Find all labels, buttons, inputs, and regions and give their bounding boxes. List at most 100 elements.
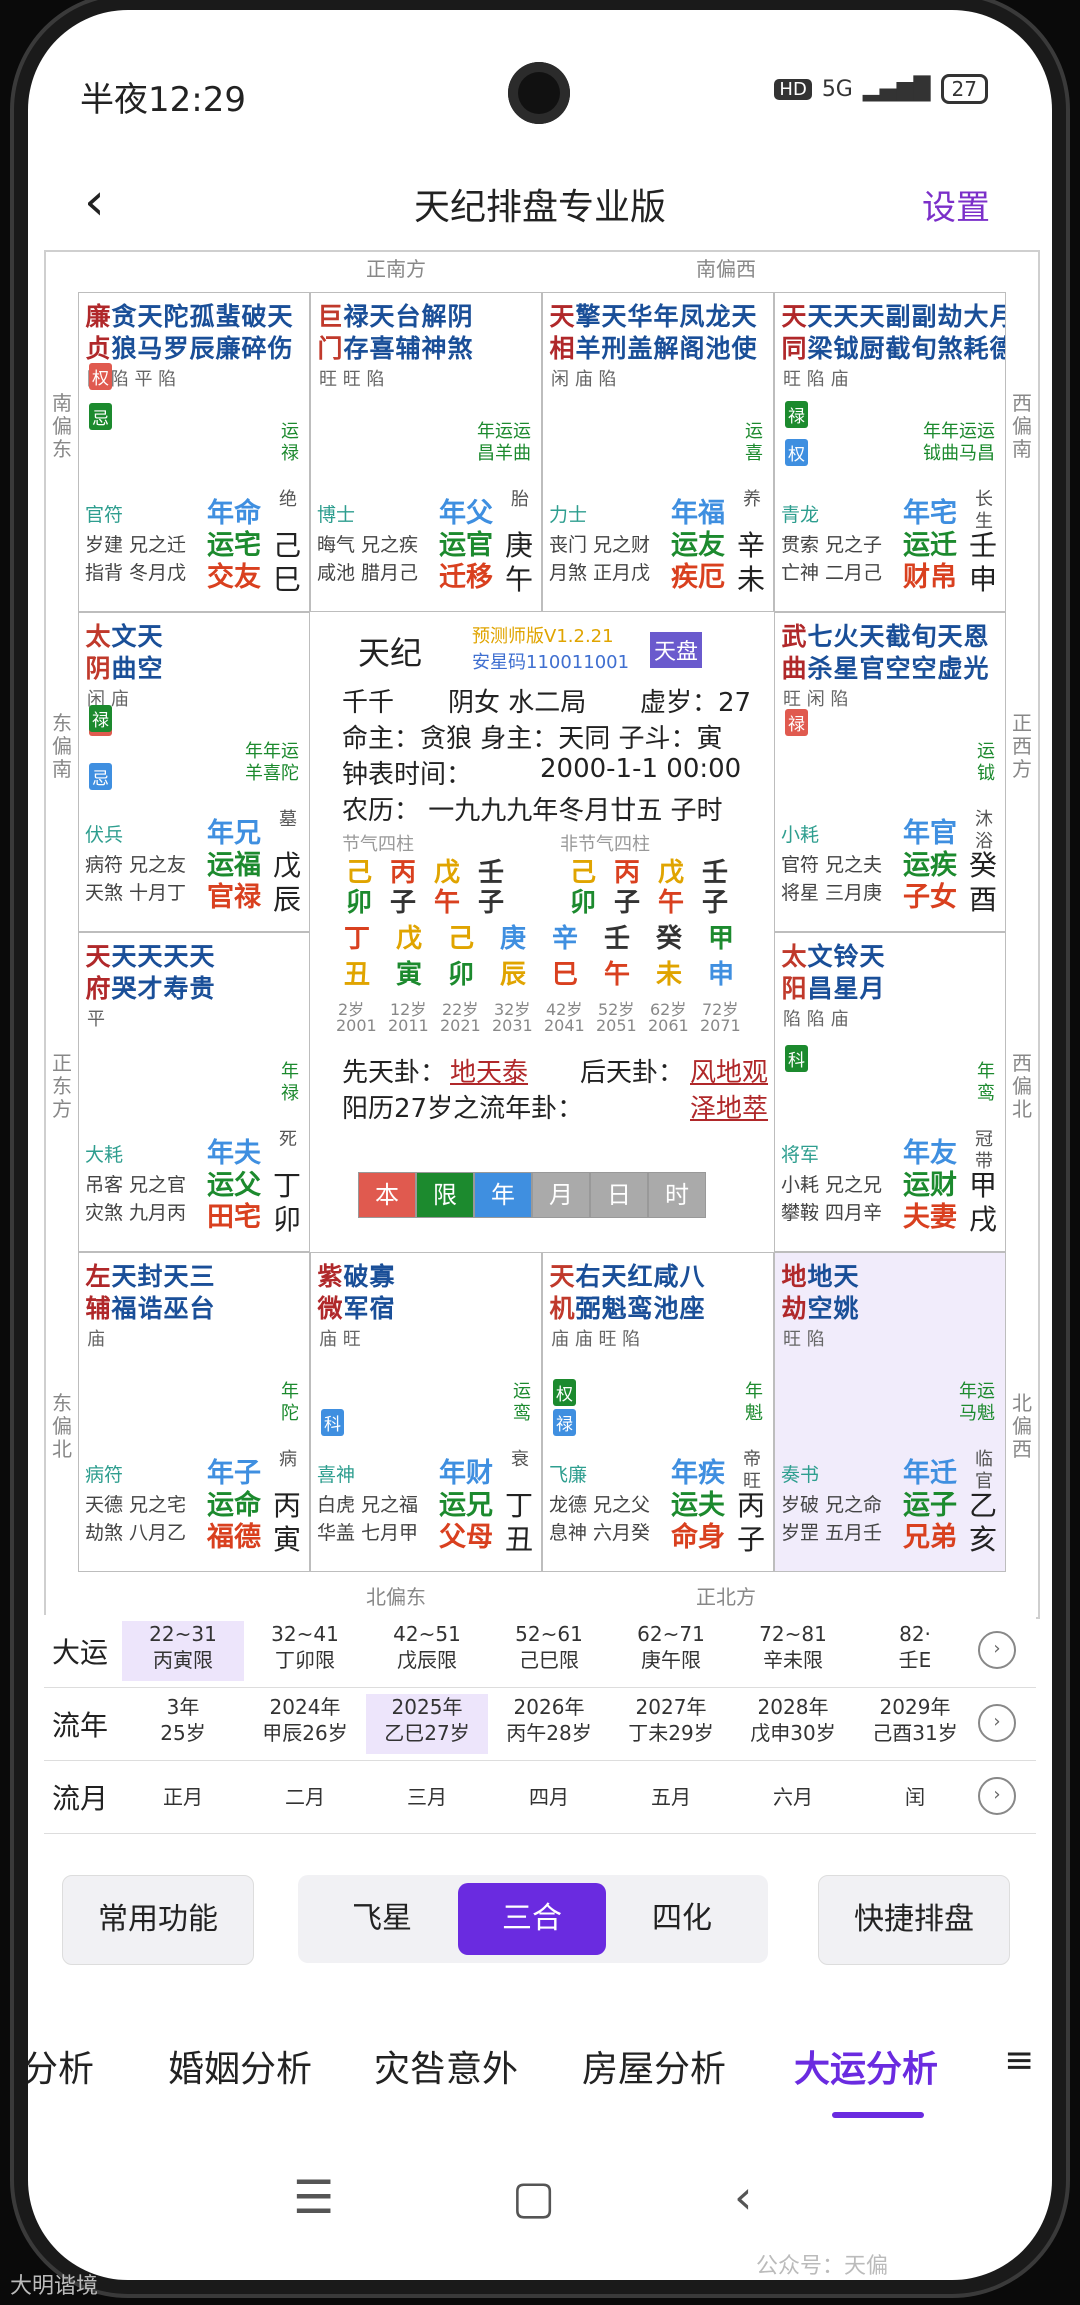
palace-name: 财帛: [903, 562, 957, 593]
timeline-cell-text: 2027年: [635, 1695, 707, 1719]
timeline-rows: 大运 › 22~31 丙寅限 32~41 丁卯限 42~51 戊辰限 52~61 己巳限 62~…: [44, 1615, 1036, 1834]
tab-dayun-analysis[interactable]: 大运分析: [794, 2040, 938, 2092]
fly-star-button[interactable]: 飞星: [308, 1883, 456, 1955]
liuyue-next-icon[interactable]: ›: [978, 1777, 1016, 1815]
palace-cell[interactable]: 天相擎羊天刑华盖年解凤阁龙池天使闲 庙 陷运 喜力士 丧门 兄之财 月煞 正月戊年…: [542, 292, 774, 612]
star-char: 蜚: [215, 302, 241, 331]
star-char: 宿: [369, 1294, 395, 1323]
timeline-cell[interactable]: 22~31 丙寅限: [122, 1621, 244, 1681]
timeline-cell-text: 丙寅限: [153, 1648, 213, 1672]
timeline-cell[interactable]: 62~71 庚午限: [610, 1621, 732, 1681]
timeline-cell[interactable]: 四月: [488, 1767, 610, 1827]
star-char: 天: [937, 622, 963, 651]
palace-cell[interactable]: 紫微破军寡宿庙 旺运 鸾喜神 白虎 兄之福 华盖 七月甲 年财 运兄 父母丁 丑 衰 科: [310, 1252, 542, 1572]
hd-icon: HD: [774, 78, 812, 100]
chart-layer-tab[interactable]: 限: [416, 1172, 474, 1218]
palace-life-stage: 冠 带: [975, 1129, 993, 1172]
palace-cell[interactable]: 天同天梁天钺天厨副截副旬劫煞大耗月德旺 陷 庙年年运运 钺曲马昌青龙贯索 兄之子…: [774, 292, 1006, 612]
palace-year-name: 年命: [207, 498, 261, 529]
quick-chart-button[interactable]: 快捷排盘: [818, 1875, 1010, 1965]
palace-year-name: 年财: [439, 1458, 493, 1489]
dayun-stem: 己: [447, 924, 474, 954]
timeline-cell[interactable]: 82· 壬E: [854, 1621, 976, 1681]
chart-layer-tab[interactable]: 月: [532, 1172, 590, 1218]
liunian-next-icon[interactable]: ›: [978, 1704, 1016, 1742]
common-functions-button[interactable]: 常用功能: [62, 1875, 254, 1965]
palace-cell[interactable]: 巨门禄存天喜台辅解神阴煞旺 旺 陷年运运 昌羊曲 博士 晦气 兄之疾 咸池 腊月己年…: [310, 292, 542, 612]
timeline-cell[interactable]: 3年 25岁: [122, 1694, 244, 1754]
palace-cell[interactable]: 地劫地空天姚旺 陷年运 马魁 奏书 岁破 兄之命 岁罡 五月壬 年迁 运子 兄弟乙 亥临 …: [774, 1252, 1006, 1572]
tabs-menu-icon[interactable]: ≡: [1004, 2040, 1034, 2081]
palace-cell[interactable]: 天机右弼天魁红鸾咸池八座庙 庙 旺 陷年 魁飞廉 龙德 兄之父 息神 六月癸 年疾运…: [542, 1252, 774, 1572]
star-name: 巨门: [317, 301, 343, 365]
timeline-cell[interactable]: 五月: [610, 1767, 732, 1827]
star-name: 龙池: [705, 301, 731, 365]
star-char: 天: [111, 942, 137, 971]
timeline-cell[interactable]: 闰: [854, 1767, 976, 1827]
star-name: 大耗: [963, 301, 989, 365]
timeline-cell[interactable]: 2024年 甲辰26岁: [244, 1694, 366, 1754]
timeline-cell[interactable]: 三月: [366, 1767, 488, 1827]
timeline-cell[interactable]: 32~41 丁卯限: [244, 1621, 366, 1681]
home-nav-icon[interactable]: ▢: [512, 2170, 555, 2224]
star-name: 截空: [885, 621, 911, 685]
palace-cell[interactable]: 天府天哭天才天寿天贵平年 禄大耗 吊客 兄之官 灾煞 九月丙 年夫 运父 田宅丁 卯死: [78, 932, 310, 1252]
timeline-cell[interactable]: 72~81 辛未限: [732, 1621, 854, 1681]
star-char: 罗: [163, 334, 189, 363]
star-char: 微: [317, 1294, 343, 1323]
palace-cell[interactable]: 太阴文曲天空闲 庙年年运 羊喜陀 伏兵 病符 兄之友 天煞 十月丁 年兄 运福 官禄戊 辰…: [78, 612, 310, 932]
palace-year-name: 年疾: [671, 1458, 725, 1489]
palace-god: 博士: [317, 504, 356, 526]
star-name: 天姚: [833, 1261, 859, 1325]
timeline-cell[interactable]: 正月: [122, 1767, 244, 1827]
sanhe-button[interactable]: 三合: [458, 1883, 606, 1955]
star-name: 天巫: [163, 1261, 189, 1325]
palace-name: 疾厄: [671, 562, 725, 593]
chart-layer-tab[interactable]: 本: [358, 1172, 416, 1218]
dayun-year: 2001: [336, 1016, 377, 1035]
pillar-stem: 戊: [657, 858, 684, 888]
chart-layer-tab[interactable]: 日: [590, 1172, 648, 1218]
timeline-cell[interactable]: 52~61 己巳限: [488, 1621, 610, 1681]
star-char: 台: [395, 302, 421, 331]
tab-house[interactable]: 房屋分析: [582, 2040, 726, 2092]
palace-cell[interactable]: 太阳文昌铃星天月陷 陷 庙年 鸾将军 小耗 兄之兄 攀鞍 四月辛 年友 运财 夫妻甲 戌…: [774, 932, 1006, 1252]
star-char: 天: [111, 1262, 137, 1291]
timeline-cell[interactable]: 2029年 己酉31岁: [854, 1694, 976, 1754]
settings-button[interactable]: 设置: [922, 180, 990, 229]
chart-layer-tab[interactable]: 时: [648, 1172, 706, 1218]
star-name: 天官: [859, 621, 885, 685]
palace-year-name: 年夫: [207, 1138, 261, 1169]
tab-marriage[interactable]: 婚姻分析: [168, 2040, 312, 2092]
star-char: 神: [421, 334, 447, 363]
palace-cell[interactable]: 武曲七杀火星天官截空旬空天虚恩光旺 闲 陷运 钺小耗 官符 兄之夫 将星 三月庚年…: [774, 612, 1006, 932]
tab-accident[interactable]: 灾咎意外: [374, 2040, 518, 2092]
timeline-cell[interactable]: 2027年 丁未29岁: [610, 1694, 732, 1754]
timeline-cell[interactable]: 2025年 乙巳27岁: [366, 1694, 488, 1754]
palace-name: 田宅: [207, 1202, 261, 1233]
timeline-cell[interactable]: 2026年 丙午28岁: [488, 1694, 610, 1754]
menu-nav-icon[interactable]: ☰: [293, 2170, 334, 2224]
star-name: 天机: [549, 1261, 575, 1325]
star-char: 左: [85, 1262, 111, 1291]
timeline-cell[interactable]: 2028年 戊申30岁: [732, 1694, 854, 1754]
sihua-button[interactable]: 四化: [608, 1883, 756, 1955]
star-name: 文昌: [807, 941, 833, 1005]
dayun-next-icon[interactable]: ›: [978, 1631, 1016, 1669]
phone-screen: 半夜12:29 HD 5G ▂▄▆█ 27 ‹ 天纪排盘专业版 设置 正南方 南…: [28, 10, 1052, 2280]
palace-cell[interactable]: 左辅天福封诰天巫三台庙年 陀病符 天德 兄之宅 劫煞 八月乙 年子 运命 福德丙 寅病: [78, 1252, 310, 1572]
palace-ganzhi: 丙 寅: [273, 1489, 302, 1556]
palace-cell[interactable]: 廉贞贪狼天马陀罗孤辰蜚廉破碎天伤陷 陷 平 陷运 禄官符 岁建 兄之迁 指背 冬月…: [78, 292, 310, 612]
timeline-cell-text: 己酉31岁: [872, 1721, 958, 1745]
star-name: 天虚: [937, 621, 963, 685]
star-char: 铃: [833, 942, 859, 971]
palace-life-stage: 帝 旺: [743, 1449, 761, 1492]
palace-run-name: 运疾: [903, 850, 957, 881]
sihua-badge: 禄: [785, 401, 808, 428]
timeline-cell[interactable]: 42~51 戊辰限: [366, 1621, 488, 1681]
timeline-cell[interactable]: 六月: [732, 1767, 854, 1827]
back-nav-icon[interactable]: ‹: [734, 2170, 752, 2224]
tab-analysis[interactable]: 分析: [28, 2040, 94, 2092]
timeline-cell[interactable]: 二月: [244, 1767, 366, 1827]
chart-layer-tab[interactable]: 年: [474, 1172, 532, 1218]
